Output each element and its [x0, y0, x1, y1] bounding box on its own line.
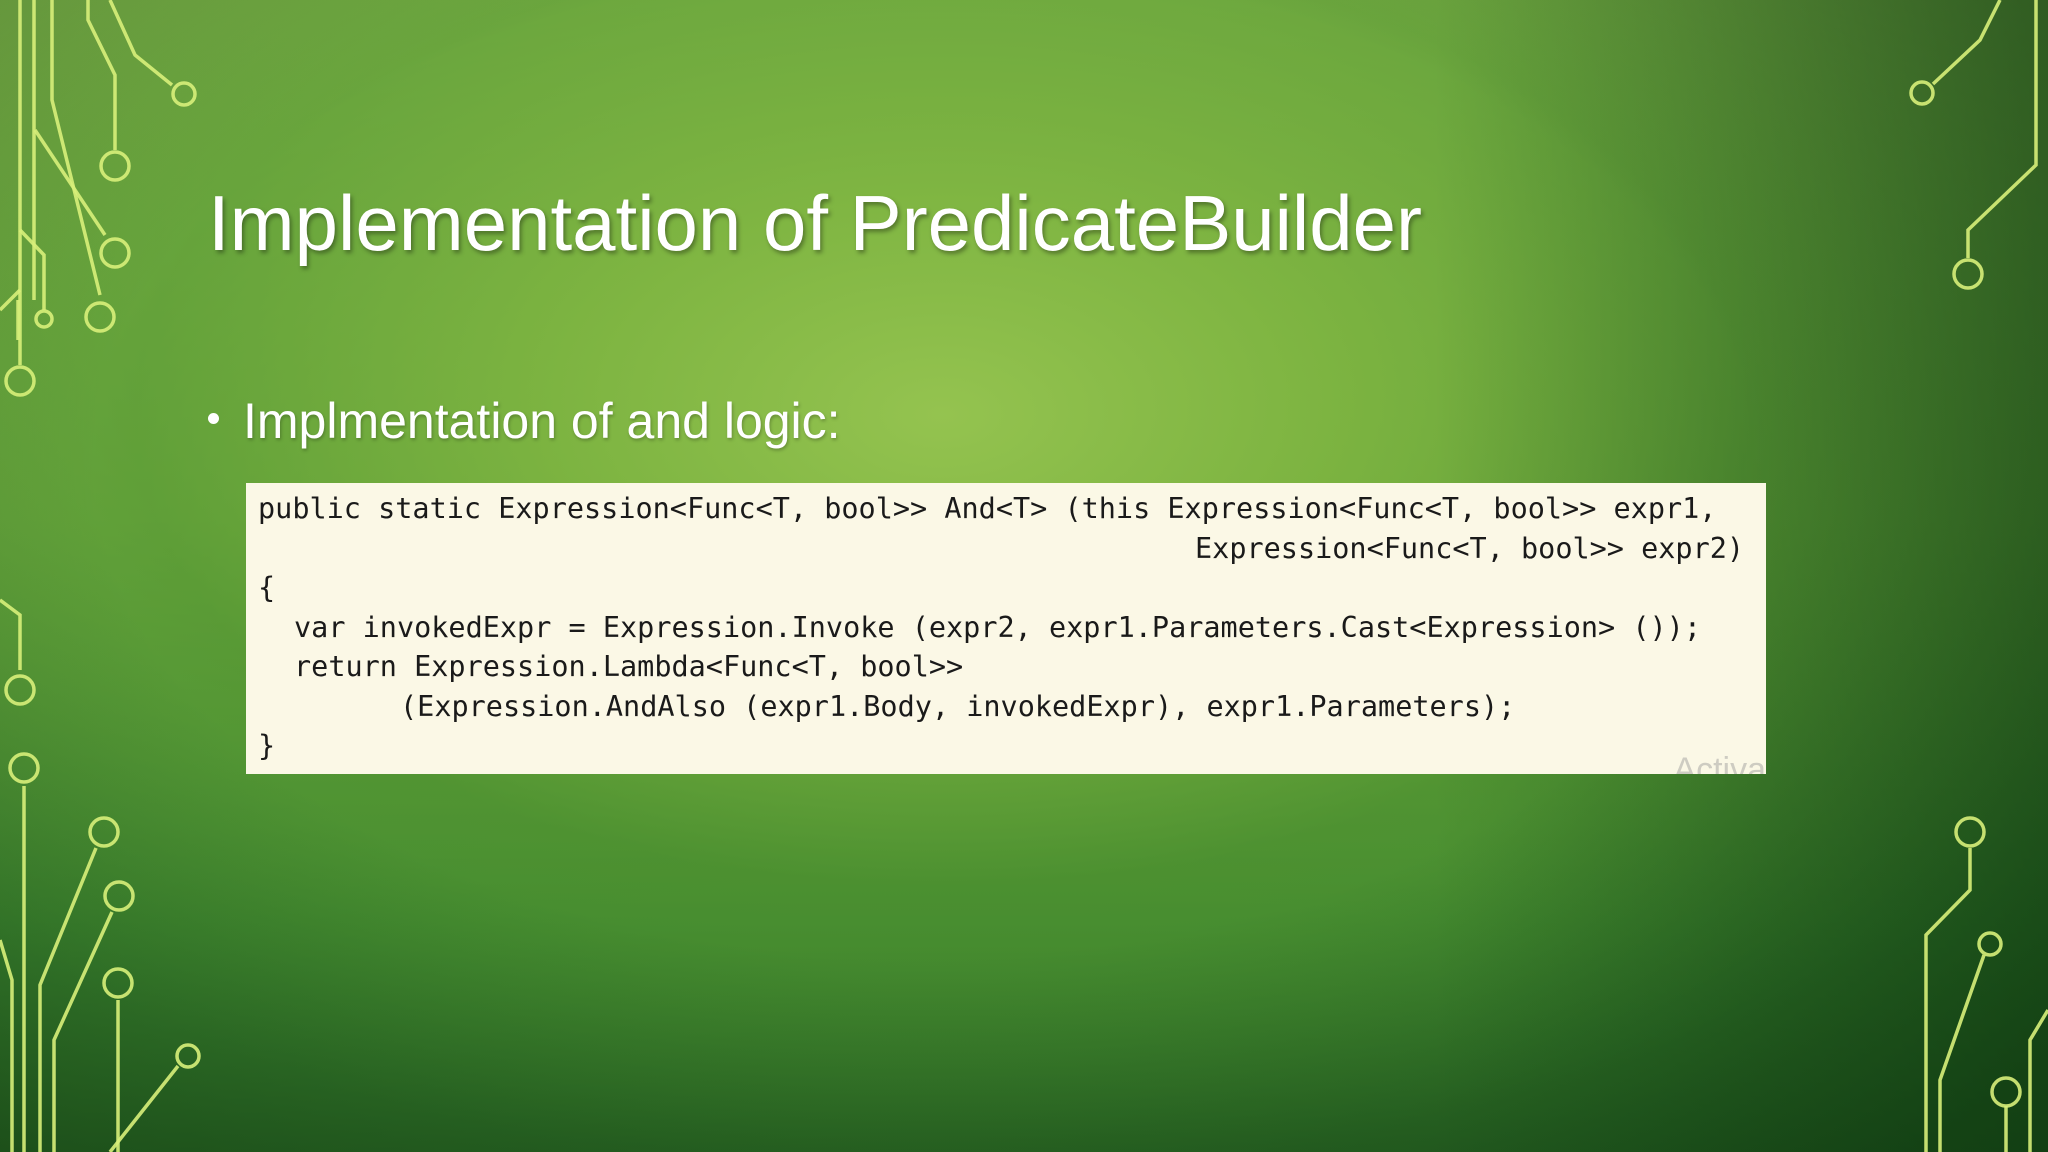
code-line-6: (Expression.AndAlso (expr1.Body, invoked… — [400, 689, 1516, 723]
slide-title: Implementation of PredicateBuilder — [208, 179, 1422, 267]
bullet-text: Implmentation of and logic: — [243, 393, 841, 449]
code-line-1: public static Expression<Func<T, bool>> … — [258, 492, 1717, 525]
code-line-5: return Expression.Lambda<Func<T, bool>> — [294, 650, 964, 683]
code-line-4: var invokedExpr = Expression.Invoke (exp… — [294, 610, 1701, 644]
code-line-7: } — [258, 729, 276, 762]
code-line-2: Expression<Func<T, bool>> expr2) — [1195, 531, 1745, 565]
code-block: public static Expression<Func<T, bool>> … — [246, 483, 1766, 774]
code-line-3: { — [258, 571, 276, 604]
slide: Implementation of PredicateBuilder Implm… — [0, 0, 2048, 1152]
bullet-item: Implmentation of and logic: — [208, 392, 841, 450]
bullet-dot-icon — [208, 412, 219, 424]
activation-watermark: Activa — [1673, 751, 1766, 774]
